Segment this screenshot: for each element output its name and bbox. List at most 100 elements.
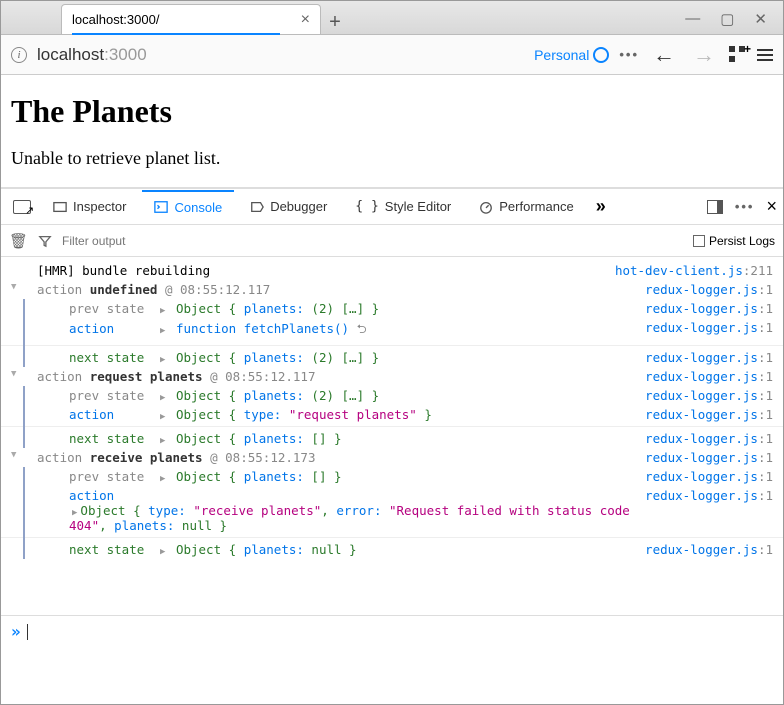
expand-icon[interactable]: ▶	[160, 436, 165, 446]
devtools-menu-icon[interactable]: •••	[735, 199, 755, 214]
style-editor-icon: { }	[355, 199, 378, 214]
log-source[interactable]: hot-dev-client.js:211	[607, 263, 773, 278]
log-source[interactable]: redux-logger.js:1	[637, 350, 773, 365]
log-divider	[1, 345, 783, 346]
log-source[interactable]: redux-logger.js:1	[637, 320, 773, 335]
tab-inspector[interactable]: Inspector	[41, 191, 138, 222]
persist-logs-checkbox[interactable]	[693, 235, 705, 247]
log-row: [HMR] bundle rebuildinghot-dev-client.js…	[1, 261, 783, 280]
tab-style-editor[interactable]: { } Style Editor	[343, 191, 463, 222]
log-source[interactable]: redux-logger.js:1	[637, 450, 773, 465]
log-row: prev state▶ Object { planets: [] }redux-…	[1, 467, 783, 486]
persist-logs-label: Persist Logs	[709, 234, 775, 248]
log-source[interactable]: redux-logger.js:1	[637, 388, 773, 403]
url-host: localhost	[37, 45, 104, 64]
tab-style-editor-label: Style Editor	[385, 199, 451, 214]
log-source[interactable]: redux-logger.js:1	[637, 407, 773, 422]
console-icon	[154, 200, 168, 214]
site-info-icon[interactable]: i	[11, 47, 27, 63]
tab-debugger-label: Debugger	[270, 199, 327, 214]
log-group-body: prev state▶ Object { planets: [] }redux-…	[1, 467, 783, 559]
console-input-cursor[interactable]	[27, 624, 28, 640]
tab-title: localhost:3000/	[72, 12, 291, 27]
url-port: :3000	[104, 45, 147, 64]
dock-side-icon[interactable]	[707, 200, 723, 214]
tab-performance-label: Performance	[499, 199, 573, 214]
close-tab-icon[interactable]: ×	[301, 11, 310, 29]
log-row: prev state▶ Object { planets: (2) […] }r…	[1, 386, 783, 405]
expand-icon[interactable]: ▶	[160, 547, 165, 557]
apps-grid-icon[interactable]: +	[729, 46, 747, 64]
container-name: Personal	[534, 47, 589, 63]
log-divider	[1, 426, 783, 427]
minimize-icon[interactable]: —	[685, 10, 700, 28]
log-group-body: prev state▶ Object { planets: (2) […] }r…	[1, 386, 783, 448]
log-group-header[interactable]: ▼action receive planets @ 08:55:12.173re…	[1, 448, 783, 467]
tab-console[interactable]: Console	[142, 190, 234, 223]
clear-console-icon[interactable]: 🗑	[9, 232, 28, 250]
log-source[interactable]: redux-logger.js:1	[637, 469, 773, 484]
devtools-tabstrip: Inspector Console Debugger { } Style Edi…	[1, 189, 783, 225]
expand-icon[interactable]: ▼	[11, 450, 23, 460]
devtools-panel: Inspector Console Debugger { } Style Edi…	[1, 187, 783, 647]
performance-icon	[479, 200, 493, 214]
expand-icon[interactable]: ▼	[11, 369, 23, 379]
url-display[interactable]: localhost:3000	[37, 45, 524, 65]
back-button[interactable]: ←	[649, 42, 679, 68]
log-divider	[1, 537, 783, 538]
console-input-row: »	[1, 615, 783, 647]
tab-console-label: Console	[174, 200, 222, 215]
element-picker-icon[interactable]	[13, 200, 31, 214]
expand-icon[interactable]: ▶	[160, 306, 165, 316]
new-tab-button[interactable]: +	[321, 11, 349, 34]
log-row: next state▶ Object { planets: [] }redux-…	[1, 429, 783, 448]
expand-icon[interactable]: ▶	[160, 326, 165, 336]
expand-icon[interactable]: ▶	[160, 393, 165, 403]
tab-inspector-label: Inspector	[73, 199, 126, 214]
log-row: next state▶ Object { planets: (2) […] }r…	[1, 348, 783, 367]
browser-titlebar: localhost:3000/ × + — ▢ ✕	[1, 1, 783, 35]
inspector-icon	[53, 200, 67, 214]
browser-tab-active[interactable]: localhost:3000/ ×	[61, 4, 321, 34]
debugger-icon	[250, 200, 264, 214]
log-source[interactable]: redux-logger.js:1	[637, 488, 773, 503]
log-source[interactable]: redux-logger.js:1	[637, 282, 773, 297]
log-source[interactable]: redux-logger.js:1	[637, 542, 773, 557]
forward-button[interactable]: →	[689, 42, 719, 68]
expand-icon[interactable]: ▶	[72, 508, 77, 518]
expand-icon[interactable]: ▶	[160, 355, 165, 365]
main-menu-icon[interactable]	[757, 49, 773, 61]
persist-logs-toggle[interactable]: Persist Logs	[693, 234, 775, 248]
tab-performance[interactable]: Performance	[467, 191, 585, 222]
console-prompt-icon: »	[11, 622, 21, 641]
log-row: next state▶ Object { planets: null }redu…	[1, 540, 783, 559]
container-icon	[593, 47, 609, 63]
tab-active-indicator	[72, 33, 280, 35]
page-heading: The Planets	[11, 93, 773, 130]
console-output[interactable]: [HMR] bundle rebuildinghot-dev-client.js…	[1, 257, 783, 615]
log-source[interactable]: redux-logger.js:1	[637, 301, 773, 316]
expand-icon[interactable]: ▶	[160, 412, 165, 422]
url-bar: i localhost:3000 Personal ••• ← → +	[1, 35, 783, 75]
container-label[interactable]: Personal	[534, 47, 609, 63]
log-row: action▶ function fetchPlanets() ⮌redux-l…	[1, 318, 783, 343]
expand-icon[interactable]: ▼	[11, 282, 23, 292]
page-error-message: Unable to retrieve planet list.	[11, 148, 773, 169]
console-toolbar: 🗑 Persist Logs	[1, 225, 783, 257]
log-source[interactable]: redux-logger.js:1	[637, 431, 773, 446]
tabs-overflow-icon[interactable]: »	[590, 196, 612, 217]
log-group-header[interactable]: ▼action undefined @ 08:55:12.117redux-lo…	[1, 280, 783, 299]
log-source[interactable]: redux-logger.js:1	[637, 369, 773, 384]
close-window-icon[interactable]: ✕	[754, 10, 767, 28]
log-row: action▶Object { type: "receive planets",…	[1, 486, 783, 535]
log-group-body: prev state▶ Object { planets: (2) […] }r…	[1, 299, 783, 367]
devtools-close-icon[interactable]: ×	[766, 196, 777, 217]
expand-icon[interactable]: ▶	[160, 474, 165, 484]
log-row: prev state▶ Object { planets: (2) […] }r…	[1, 299, 783, 318]
page-actions-icon[interactable]: •••	[619, 47, 639, 62]
filter-output-input[interactable]	[62, 234, 683, 248]
maximize-icon[interactable]: ▢	[720, 10, 734, 28]
log-group-header[interactable]: ▼action request planets @ 08:55:12.117re…	[1, 367, 783, 386]
filter-icon[interactable]	[38, 234, 52, 248]
tab-debugger[interactable]: Debugger	[238, 191, 339, 222]
